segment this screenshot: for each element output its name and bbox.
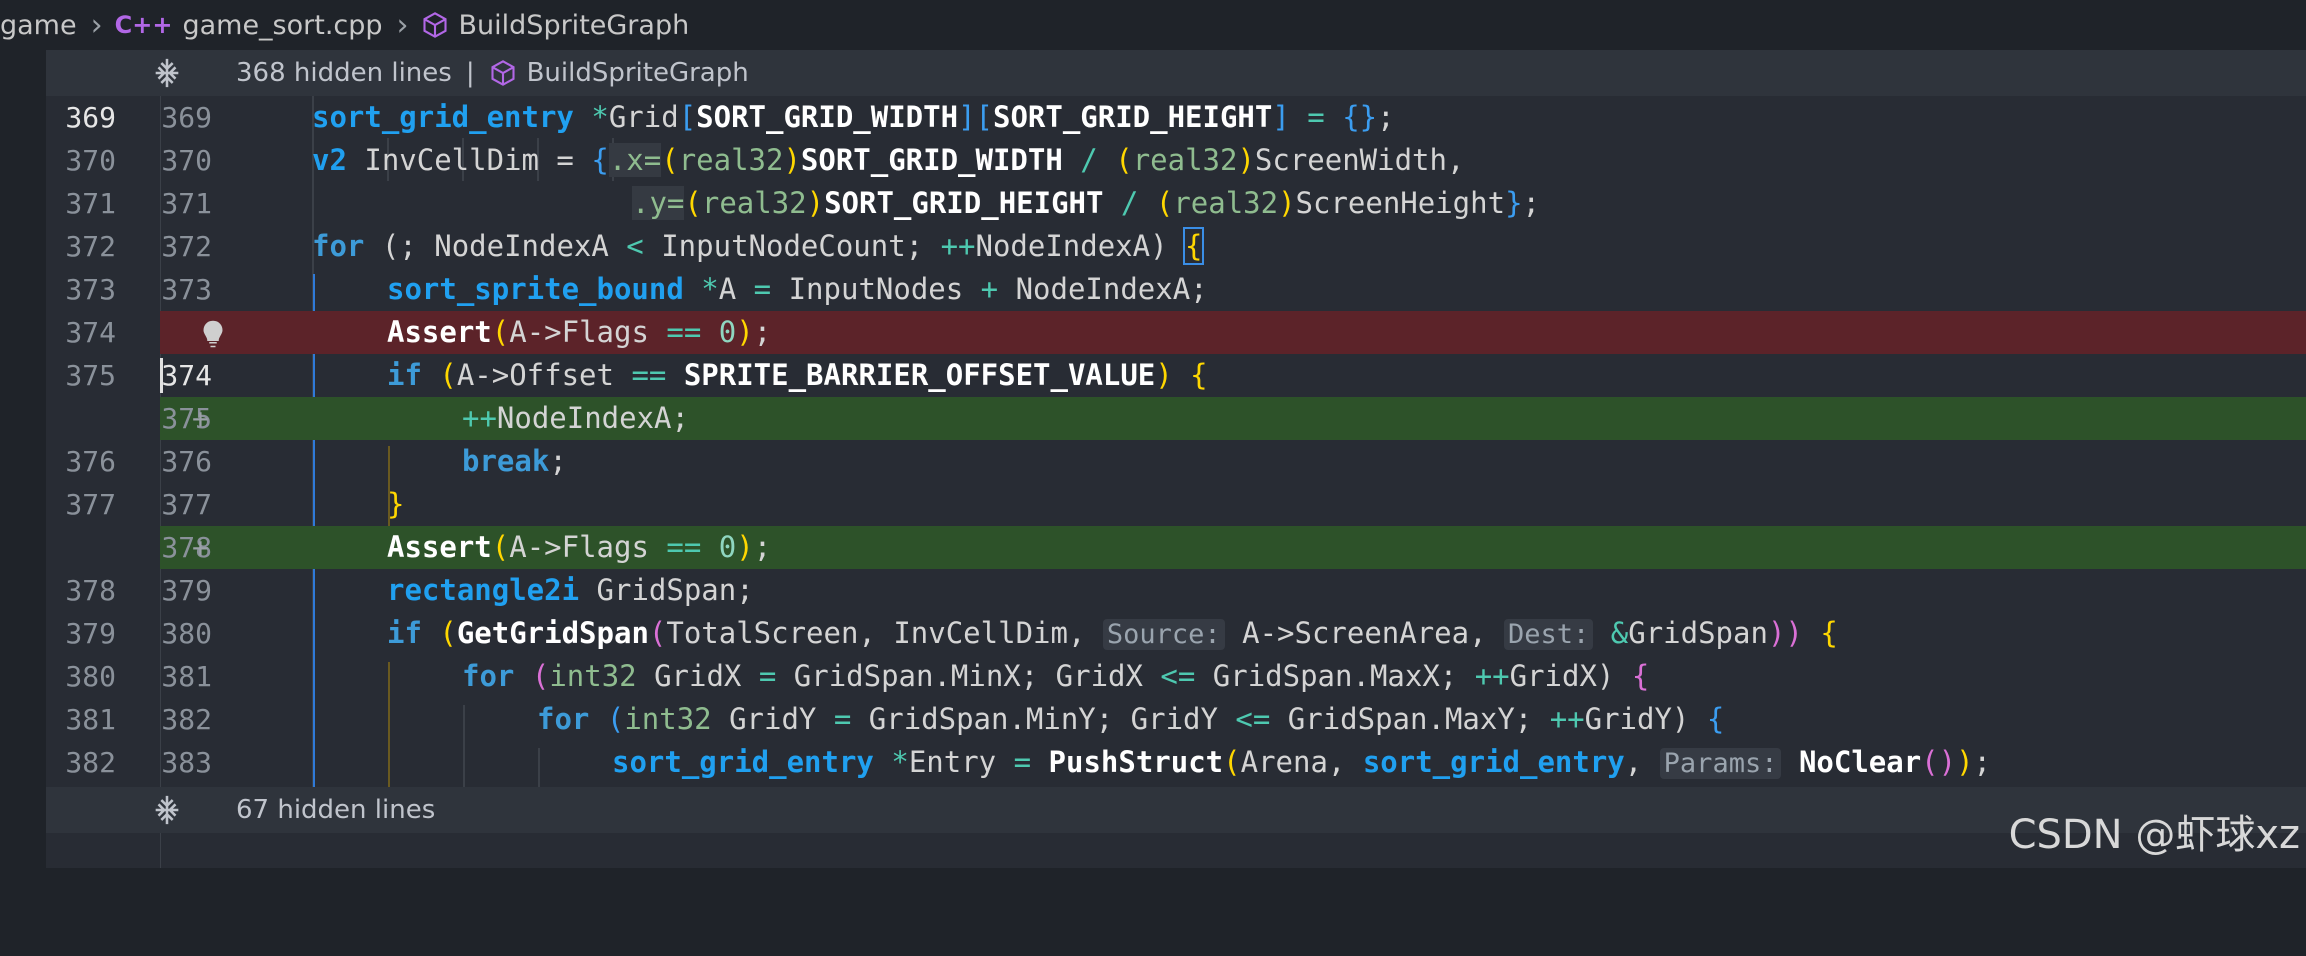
code-line[interactable]: 381 382 for (int32 GridY = GridSpan.MinY…	[46, 698, 2306, 741]
hidden-lines-label: 67 hidden lines	[236, 795, 436, 825]
old-line-number: 373	[65, 273, 116, 306]
code-line[interactable]: 371 371 .y=(real32)SORT_GRID_HEIGHT / (r…	[46, 182, 2306, 225]
old-line-number: 376	[65, 445, 116, 478]
old-line-number: 369	[65, 101, 116, 134]
new-line-number: 382	[161, 703, 212, 736]
hidden-lines-fold-bottom[interactable]: 67 hidden lines	[46, 787, 2306, 833]
added-code-line[interactable]: ++NodeIndexA;	[160, 397, 2306, 440]
code-line[interactable]: 377 377 }	[46, 483, 2306, 526]
old-line-number: 370	[65, 144, 116, 177]
added-marker: +	[192, 531, 209, 564]
code-line[interactable]: 373 373 sort_sprite_bound *A = InputNode…	[46, 268, 2306, 311]
new-line-number: 379	[161, 574, 212, 607]
breadcrumb: game › C++ game_sort.cpp › BuildSpriteGr…	[0, 0, 2306, 50]
cpp-file-icon: C++	[114, 11, 173, 39]
old-line-number: 379	[65, 617, 116, 650]
old-line-number: 381	[65, 703, 116, 736]
hidden-lines-label: 368 hidden lines	[236, 58, 452, 88]
old-line-number: 382	[65, 746, 116, 779]
code-line[interactable]: 379 380 if (GetGridSpan(TotalScreen, Inv…	[46, 612, 2306, 655]
inlay-hint: Source:	[1102, 619, 1225, 650]
old-line-number: 372	[65, 230, 116, 263]
old-line-number: 378	[65, 574, 116, 607]
breadcrumb-symbol[interactable]: BuildSpriteGraph	[459, 10, 690, 41]
inlay-hint: Dest:	[1504, 619, 1594, 650]
watermark: CSDN @虾球xz	[2008, 812, 2300, 858]
fold-separator: |	[465, 58, 475, 88]
new-line-number: 383	[161, 746, 212, 779]
deleted-code-line[interactable]: Assert(A->Flags == 0);	[160, 311, 2306, 354]
chevron-right-icon: ›	[396, 7, 409, 43]
code-line[interactable]: 376 376 break;	[46, 440, 2306, 483]
hidden-lines-fold-top[interactable]: 368 hidden lines | BuildSpriteGraph	[46, 50, 2306, 96]
new-line-number: 369	[161, 101, 212, 134]
code-line[interactable]: 380 381 for (int32 GridX = GridSpan.MinX…	[46, 655, 2306, 698]
breadcrumb-file[interactable]: game_sort.cpp	[182, 10, 382, 41]
new-line-number: 370	[161, 144, 212, 177]
new-line-number: 381	[161, 660, 212, 693]
deleted-line-gutter: 374	[46, 311, 160, 354]
code-line[interactable]: 370 370 v2 InvCellDim = {.x=(real32)SORT…	[46, 139, 2306, 182]
unfold-icon[interactable]	[150, 56, 184, 90]
symbol-method-icon	[422, 12, 447, 38]
inlay-hint: Params:	[1659, 748, 1782, 779]
added-marker: +	[192, 402, 209, 435]
new-line-number: 372	[161, 230, 212, 263]
added-line-gutter: 378	[46, 526, 212, 569]
new-line-number: 376	[161, 445, 212, 478]
old-line-number: 375	[65, 359, 116, 392]
new-line-number: 373	[161, 273, 212, 306]
code-line[interactable]: 369 369 sort_grid_entry *Grid[SORT_GRID_…	[46, 96, 2306, 139]
diff-editor: 368 hidden lines | BuildSpriteGraph 369 …	[46, 50, 2306, 868]
new-line-number: 371	[161, 187, 212, 220]
lightbulb-icon[interactable]	[198, 318, 228, 350]
code-line[interactable]: 372 372 for (; NodeIndexA < InputNodeCou…	[46, 225, 2306, 268]
code-line[interactable]: 375 374 if (A->Offset == SPRITE_BARRIER_…	[46, 354, 2306, 397]
new-line-number: 377	[161, 488, 212, 521]
fold-symbol-label: BuildSpriteGraph	[526, 58, 749, 88]
old-line-number: 371	[65, 187, 116, 220]
old-line-number: 374	[65, 316, 116, 349]
symbol-method-icon	[491, 60, 515, 86]
code-line[interactable]: 382 383 sort_grid_entry *Entry = PushStr…	[46, 741, 2306, 784]
new-line-number: 380	[161, 617, 212, 650]
added-code-line[interactable]: Assert(A->Flags == 0);	[160, 526, 2306, 569]
unfold-icon[interactable]	[150, 793, 184, 827]
old-line-number: 377	[65, 488, 116, 521]
chevron-right-icon: ›	[90, 7, 103, 43]
new-line-number: 374	[161, 359, 212, 392]
breadcrumb-folder[interactable]: game	[0, 10, 77, 41]
code-line[interactable]: 378 379 rectangle2i GridSpan;	[46, 569, 2306, 612]
old-line-number: 380	[65, 660, 116, 693]
added-line-gutter: 375	[46, 397, 212, 440]
